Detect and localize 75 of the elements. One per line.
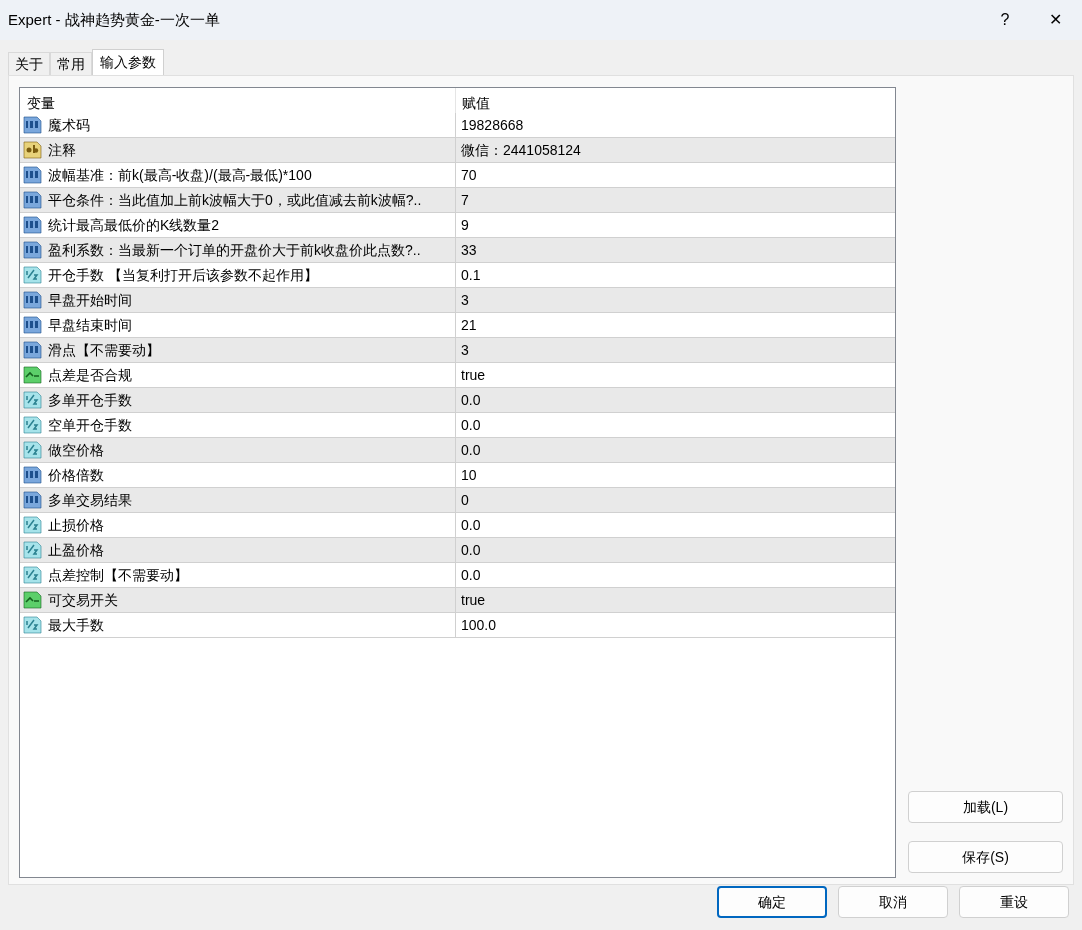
parameter-value[interactable]: 70 <box>456 163 895 187</box>
parameter-value[interactable]: 33 <box>456 238 895 262</box>
decimal-type-icon <box>23 266 42 284</box>
integer-type-icon <box>23 491 42 509</box>
parameter-value[interactable]: 微信：2441058124 <box>456 138 895 162</box>
parameter-name: 早盘开始时间 <box>48 290 132 310</box>
parameter-value[interactable]: 0.0 <box>456 513 895 537</box>
parameter-value[interactable]: 0.0 <box>456 388 895 412</box>
parameter-name: 盈利系数：当最新一个订单的开盘价大于前k收盘价此点数?.. <box>48 240 421 260</box>
parameter-value[interactable]: 0.0 <box>456 413 895 437</box>
decimal-type-icon <box>23 616 42 634</box>
window-title: Expert - 战神趋势黄金-一次一单 <box>8 9 221 30</box>
column-header[interactable]: 赋值 <box>456 88 895 113</box>
text-type-icon <box>23 141 42 159</box>
decimal-type-icon <box>23 516 42 534</box>
decimal-type-icon <box>23 541 42 559</box>
parameter-value[interactable]: 21 <box>456 313 895 337</box>
integer-type-icon <box>23 166 42 184</box>
parameter-name: 价格倍数 <box>48 465 104 485</box>
parameter-name: 可交易开关 <box>48 590 118 610</box>
integer-type-icon <box>23 116 42 134</box>
integer-type-icon <box>23 316 42 334</box>
parameter-value[interactable]: 100.0 <box>456 613 895 637</box>
parameter-name: 波幅基准：前k(最高-收盘)/(最高-最低)*100 <box>48 165 312 185</box>
parameter-name: 开仓手数 【当复利打开后该参数不起作用】 <box>48 265 318 285</box>
parameter-name: 止盈价格 <box>48 540 104 560</box>
parameter-value[interactable]: 9 <box>456 213 895 237</box>
parameter-name: 做空价格 <box>48 440 104 460</box>
parameter-value[interactable]: 3 <box>456 288 895 312</box>
parameter-name: 多单开仓手数 <box>48 390 132 410</box>
tab[interactable]: 常用 <box>50 52 92 75</box>
parameter-name: 止损价格 <box>48 515 104 535</box>
parameter-value[interactable]: 0.0 <box>456 538 895 562</box>
parameter-name: 平仓条件：当此值加上前k波幅大于0，或此值减去前k波幅?.. <box>48 190 422 210</box>
parameter-value[interactable]: 19828668 <box>456 113 895 137</box>
parameter-value[interactable]: 0 <box>456 488 895 512</box>
decimal-type-icon <box>23 566 42 584</box>
parameter-value[interactable]: 10 <box>456 463 895 487</box>
parameter-value[interactable]: 0.0 <box>456 438 895 462</box>
tab[interactable]: 输入参数 <box>92 49 164 75</box>
parameter-value[interactable]: true <box>456 588 895 612</box>
parameter-value[interactable]: 0.1 <box>456 263 895 287</box>
parameter-name: 早盘结束时间 <box>48 315 132 335</box>
parameter-name: 最大手数 <box>48 615 104 635</box>
parameter-name: 滑点【不需要动】 <box>48 340 160 360</box>
parameter-value[interactable]: 3 <box>456 338 895 362</box>
integer-type-icon <box>23 341 42 359</box>
parameter-name: 点差控制【不需要动】 <box>48 565 188 585</box>
dialog-button[interactable]: 取消 <box>838 886 948 918</box>
toggle-type-icon <box>23 366 42 384</box>
load-button[interactable]: 加载(L) <box>908 791 1063 823</box>
parameter-name: 统计最高最低价的K线数量2 <box>48 215 220 235</box>
parameter-name: 魔术码 <box>48 115 90 135</box>
parameter-value[interactable]: 7 <box>456 188 895 212</box>
dialog-button[interactable]: 重设 <box>959 886 1069 918</box>
toggle-type-icon <box>23 591 42 609</box>
parameter-name: 注释 <box>48 140 76 160</box>
integer-type-icon <box>23 241 42 259</box>
parameter-value[interactable]: 0.0 <box>456 563 895 587</box>
parameter-name: 点差是否合规 <box>48 365 132 385</box>
parameter-name: 空单开仓手数 <box>48 415 132 435</box>
close-button[interactable]: ✕ <box>1028 0 1082 40</box>
decimal-type-icon <box>23 391 42 409</box>
integer-type-icon <box>23 216 42 234</box>
parameter-value[interactable]: true <box>456 363 895 387</box>
save-button[interactable]: 保存(S) <box>908 841 1063 873</box>
integer-type-icon <box>23 466 42 484</box>
integer-type-icon <box>23 191 42 209</box>
dialog-button[interactable]: 确定 <box>717 886 827 918</box>
parameter-name: 多单交易结果 <box>48 490 132 510</box>
help-button[interactable]: ? <box>982 0 1028 40</box>
integer-type-icon <box>23 291 42 309</box>
decimal-type-icon <box>23 416 42 434</box>
tab[interactable]: 关于 <box>8 52 50 75</box>
decimal-type-icon <box>23 441 42 459</box>
